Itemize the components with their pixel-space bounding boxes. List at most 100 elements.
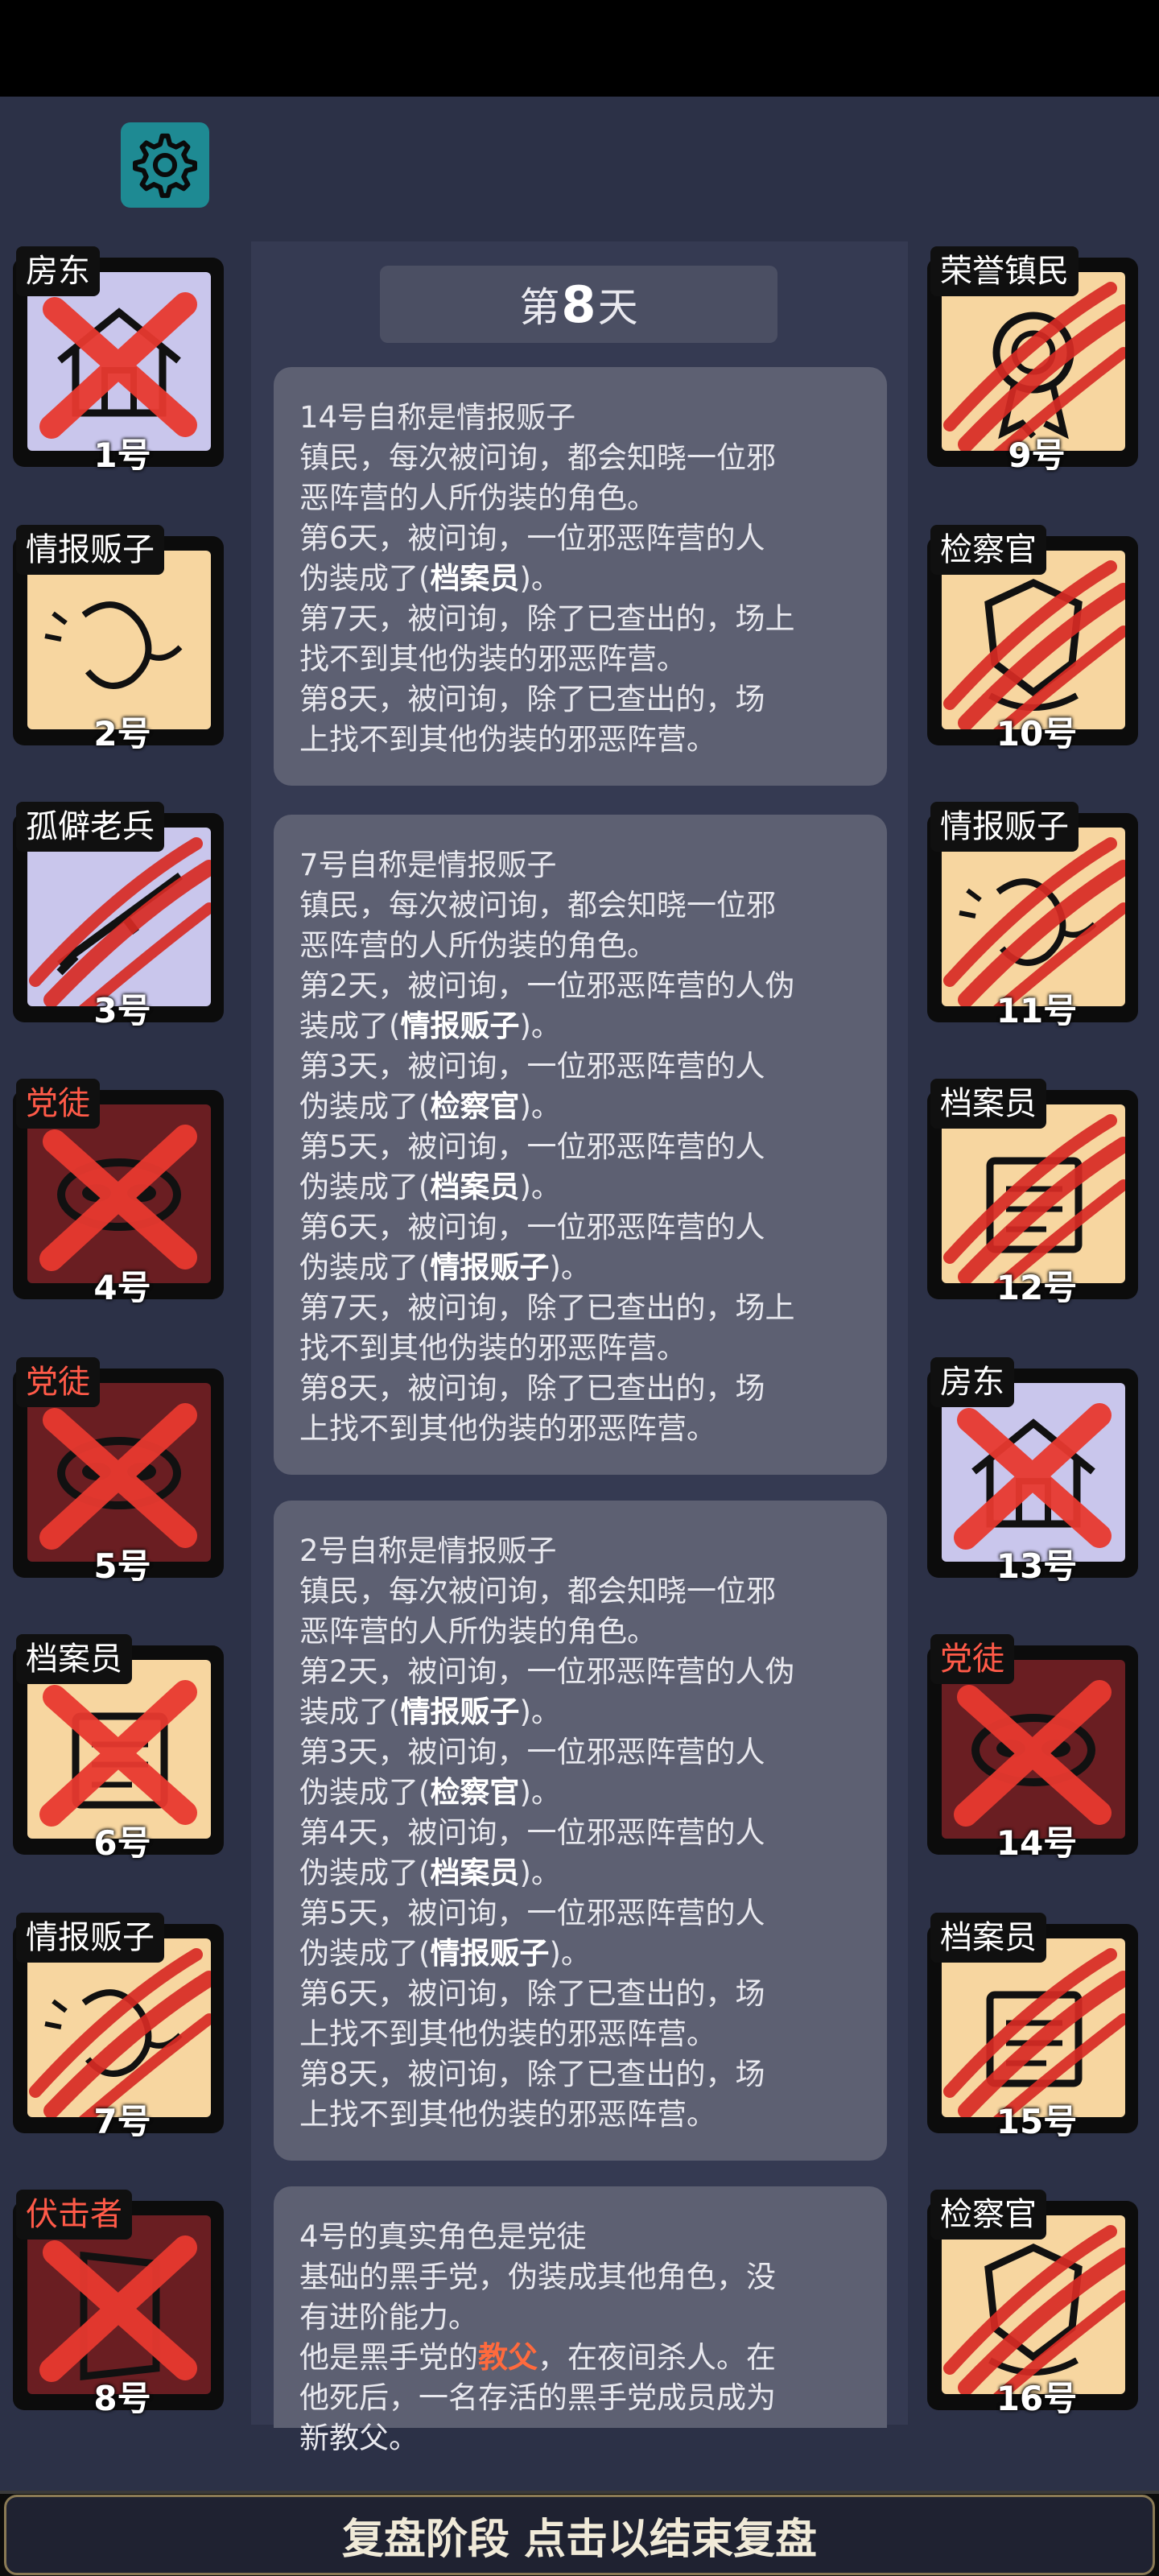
player-card[interactable]: 情报贩子 2号 bbox=[3, 525, 225, 753]
message-text: 第4天，被问询，一位邪恶阵营的人 bbox=[299, 1815, 765, 1850]
role-label: 伏击者 bbox=[16, 2190, 132, 2240]
card-art bbox=[27, 272, 211, 451]
card-art bbox=[27, 828, 211, 1006]
message-text: 2号自称是情报贩子 bbox=[299, 1534, 557, 1568]
highlight-text: 检察官 bbox=[430, 1775, 520, 1810]
highlight-text: 检察官 bbox=[430, 1089, 520, 1124]
message-line: 镇民，每次被问询，都会知晓一位邪 bbox=[299, 1571, 863, 1612]
message-text: 14号自称是情报贩子 bbox=[299, 400, 576, 435]
player-card[interactable]: 检察官 10号 bbox=[918, 525, 1140, 753]
player-card[interactable]: 党徒 14号 bbox=[918, 1634, 1140, 1863]
player-card[interactable]: 档案员 15号 bbox=[918, 1913, 1140, 2141]
message-line: 2号自称是情报贩子 bbox=[299, 1531, 863, 1571]
message-text: )。 bbox=[519, 1009, 561, 1043]
message-line: 装成了(情报贩子)。 bbox=[299, 1692, 863, 1732]
message-line: 镇民，每次被问询，都会知晓一位邪 bbox=[299, 438, 863, 478]
message-line: 第2天，被问询，一位邪恶阵营的人伪 bbox=[299, 966, 863, 1006]
seat-number: 13号 bbox=[996, 1546, 1078, 1586]
seat-number: 3号 bbox=[93, 991, 151, 1030]
medal-icon bbox=[943, 282, 1125, 451]
player-card[interactable]: 情报贩子 7号 bbox=[3, 1913, 225, 2141]
player-card[interactable]: 党徒 4号 bbox=[3, 1079, 225, 1307]
player-card[interactable]: 党徒 5号 bbox=[3, 1357, 225, 1586]
message-text: 第2天，被问询，一位邪恶阵营的人伪 bbox=[299, 968, 795, 1003]
rifle-icon bbox=[29, 837, 211, 1006]
message-line: 找不到其他伪装的邪恶阵营。 bbox=[299, 639, 863, 679]
player-card[interactable]: 房东 13号 bbox=[918, 1357, 1140, 1586]
log-message: 7号自称是情报贩子 镇民，每次被问询，都会知晓一位邪 恶阵营的人所伪装的角色。 第2天… bbox=[274, 815, 887, 1475]
day-suffix: 天 bbox=[597, 284, 638, 331]
message-line: 恶阵营的人所伪装的角色。 bbox=[299, 478, 863, 518]
player-card[interactable]: 情报贩子 11号 bbox=[918, 802, 1140, 1030]
message-text: 新教父。 bbox=[299, 2421, 419, 2455]
message-text: 第8天，被问询，除了已查出的，场 bbox=[299, 1371, 765, 1406]
message-text: 伪装成了( bbox=[299, 1089, 431, 1124]
player-card[interactable]: 房东 1号 bbox=[3, 246, 225, 475]
message-line: 第6天，被问询，除了已查出的，场 bbox=[299, 1974, 863, 2014]
player-card[interactable]: 孤僻老兵 3号 bbox=[3, 802, 225, 1030]
message-text: 第2天，被问询，一位邪恶阵营的人伪 bbox=[299, 1654, 795, 1689]
message-line: 第8天，被问询，除了已查出的，场 bbox=[299, 679, 863, 720]
card-art bbox=[942, 551, 1125, 729]
message-text: )。 bbox=[519, 561, 561, 596]
message-text: 上找不到其他伪装的邪恶阵营。 bbox=[299, 722, 716, 757]
highlight-text: 情报贩子 bbox=[400, 1009, 520, 1043]
message-text: 装成了( bbox=[299, 1009, 401, 1043]
message-line: 第5天，被问询，一位邪恶阵营的人 bbox=[299, 1127, 863, 1167]
player-card[interactable]: 伏击者 8号 bbox=[3, 2190, 225, 2418]
seat-number: 6号 bbox=[93, 1823, 151, 1863]
card-art bbox=[27, 1104, 211, 1283]
end-review-button[interactable]: 复盘阶段 点击以结束复盘 bbox=[4, 2495, 1155, 2575]
message-line: 上找不到其他伪装的邪恶阵营。 bbox=[299, 720, 863, 760]
mask-icon bbox=[39, 1403, 197, 1550]
role-label: 档案员 bbox=[930, 1913, 1046, 1963]
folder-icon bbox=[943, 1948, 1125, 2117]
message-text: 他是黑手党的 bbox=[299, 2340, 478, 2375]
player-card[interactable]: 荣誉镇民 9号 bbox=[918, 246, 1140, 475]
message-text: )。 bbox=[519, 1695, 561, 1729]
card-art bbox=[27, 1660, 211, 1839]
message-text: 伪装成了( bbox=[299, 1936, 431, 1971]
message-text: 第7天，被问询，除了已查出的，场上 bbox=[299, 601, 795, 636]
seat-number: 2号 bbox=[93, 714, 151, 753]
message-text: 找不到其他伪装的邪恶阵营。 bbox=[299, 642, 687, 676]
message-line: 第6天，被问询，一位邪恶阵营的人 bbox=[299, 1208, 863, 1248]
role-label: 档案员 bbox=[16, 1634, 132, 1684]
card-art bbox=[27, 1383, 211, 1562]
message-text: 伪装成了( bbox=[299, 1775, 431, 1810]
message-text: 基础的黑手党，伪装成其他角色，没 bbox=[299, 2260, 776, 2294]
player-card[interactable]: 档案员 12号 bbox=[918, 1079, 1140, 1307]
highlight-text: 情报贩子 bbox=[400, 1695, 520, 1729]
seat-number: 7号 bbox=[93, 2102, 151, 2141]
card-art bbox=[27, 2215, 211, 2394]
message-line: 上找不到其他伪装的邪恶阵营。 bbox=[299, 1409, 863, 1449]
role-label: 党徒 bbox=[930, 1634, 1014, 1684]
message-text: 第3天，被问询，一位邪恶阵营的人 bbox=[299, 1049, 765, 1084]
message-text: 4号的真实角色是党徒 bbox=[299, 2219, 587, 2254]
card-art bbox=[942, 1104, 1125, 1283]
message-line: 上找不到其他伪装的邪恶阵营。 bbox=[299, 2014, 863, 2054]
message-line: 他是黑手党的教父，在夜间杀人。在 bbox=[299, 2338, 863, 2378]
seat-number: 1号 bbox=[93, 436, 151, 475]
message-text: 伪装成了( bbox=[299, 1250, 431, 1285]
player-card[interactable]: 档案员 6号 bbox=[3, 1634, 225, 1863]
message-line: 第3天，被问询，一位邪恶阵营的人 bbox=[299, 1732, 863, 1773]
settings-button[interactable] bbox=[121, 122, 209, 208]
role-label: 情报贩子 bbox=[930, 802, 1079, 852]
message-text: 伪装成了( bbox=[299, 1856, 431, 1890]
message-text: 第3天，被问询，一位邪恶阵营的人 bbox=[299, 1735, 765, 1769]
role-label: 荣誉镇民 bbox=[930, 246, 1079, 296]
message-line: 4号的真实角色是党徒 bbox=[299, 2217, 863, 2257]
message-text: )。 bbox=[519, 1775, 561, 1810]
message-line: 第5天，被问询，一位邪恶阵营的人 bbox=[299, 1893, 863, 1934]
message-line: 有进阶能力。 bbox=[299, 2297, 863, 2338]
day-number: 8 bbox=[561, 275, 596, 334]
message-line: 伪装成了(检察官)。 bbox=[299, 1773, 863, 1813]
message-text: 镇民，每次被问询，都会知晓一位邪 bbox=[299, 440, 776, 475]
mask-icon bbox=[39, 1125, 197, 1271]
role-label: 情报贩子 bbox=[16, 525, 164, 575]
message-text: 第6天，被问询，一位邪恶阵营的人 bbox=[299, 521, 765, 555]
whisper-icon bbox=[943, 837, 1125, 1006]
player-card[interactable]: 检察官 16号 bbox=[918, 2190, 1140, 2418]
highlight-text: 档案员 bbox=[430, 1170, 520, 1204]
